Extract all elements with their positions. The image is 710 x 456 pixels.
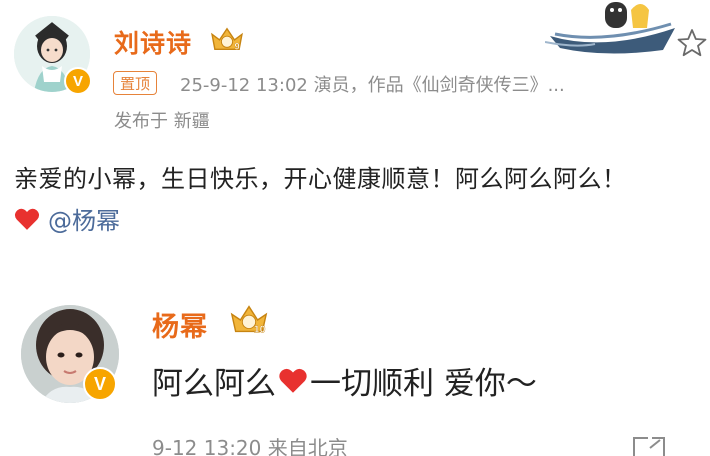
- mention-link[interactable]: @杨幂: [48, 201, 120, 236]
- reply-verified-mark: V: [93, 373, 106, 394]
- star-icon[interactable]: [676, 27, 708, 59]
- reply-time: 9-12 13:20 来自北京: [152, 436, 348, 456]
- reply-crown-icon: 10: [230, 305, 268, 336]
- reply-verified-badge: V: [83, 367, 117, 401]
- mention-row: @杨幂: [14, 201, 120, 236]
- post-location: 发布于 新疆: [114, 111, 210, 132]
- reply-heart-icon: [279, 368, 307, 393]
- reply-text-part1: 阿么阿么: [152, 366, 276, 402]
- reply-content: 阿么阿么 一切顺利 爱你～: [152, 358, 537, 403]
- author-name[interactable]: 刘诗诗: [114, 24, 192, 60]
- heart-icon: [14, 208, 40, 230]
- boat-decoration-icon: [545, 2, 675, 54]
- crown-level: 9: [234, 41, 239, 51]
- reply-text-part2: 一切顺利 爱你～: [310, 366, 537, 402]
- pinned-tag: 置顶: [113, 71, 158, 95]
- crown-icon: 9: [211, 27, 243, 51]
- weibo-post: V 刘诗诗 9 置顶 25-9-12 13:02 演员，作品《仙剑奇侠传三》..…: [0, 0, 710, 265]
- verified-badge-mark: V: [72, 72, 83, 90]
- post-meta: 25-9-12 13:02 演员，作品《仙剑奇侠传三》...: [180, 75, 565, 96]
- verified-badge: V: [64, 67, 92, 95]
- share-icon[interactable]: [630, 434, 670, 456]
- post-content: 亲爱的小幂，生日快乐，开心健康顺意！阿么阿么阿么！: [14, 165, 627, 193]
- reply-crown-level: 10: [254, 323, 266, 335]
- reply-author-name[interactable]: 杨幂: [152, 305, 208, 344]
